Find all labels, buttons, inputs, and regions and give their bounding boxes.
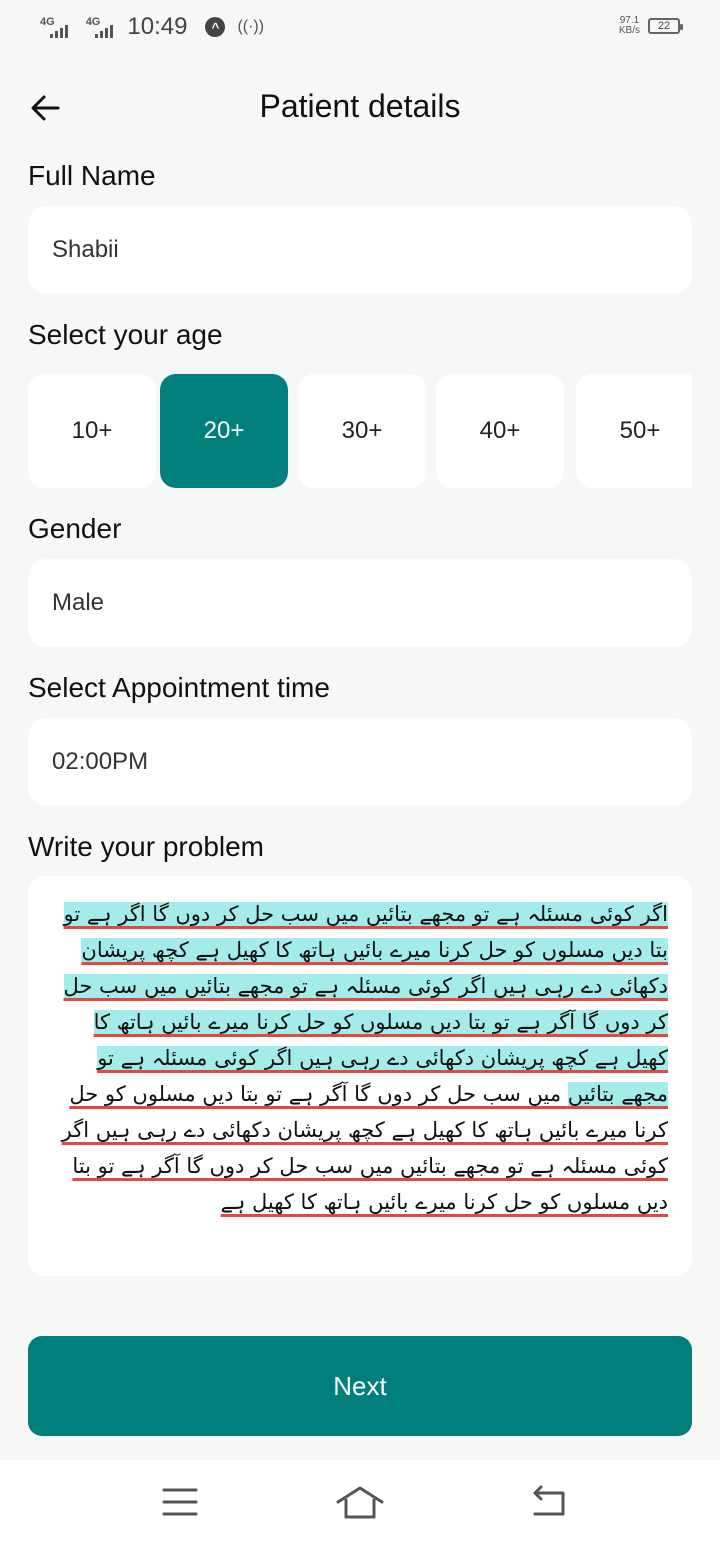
signal-2-icon: 4G	[86, 16, 114, 38]
problem-text: اگر کوئی مسئلہ ہے تو مجھے بتائیں میں سب …	[52, 896, 668, 1220]
gender-select[interactable]: Male	[28, 559, 692, 647]
age-option-50[interactable]: 50+	[576, 374, 692, 488]
age-option-10[interactable]: 10+	[28, 374, 156, 488]
gender-label: Gender	[28, 513, 122, 544]
header: Patient details	[0, 78, 720, 138]
home-icon[interactable]	[335, 1482, 385, 1522]
speed-unit: KB/s	[618, 25, 640, 36]
page-title: Patient details	[259, 88, 461, 124]
gender-value: Male	[52, 589, 105, 616]
appointment-time-value: 02:00PM	[52, 748, 149, 775]
menu-icon[interactable]	[155, 1482, 205, 1522]
problem-textarea[interactable]: اگر کوئی مسئلہ ہے تو مجھے بتائیں میں سب …	[28, 876, 692, 1276]
full-name-label: Full Name	[28, 160, 156, 191]
appointment-time-select[interactable]: 02:00PM	[28, 718, 692, 806]
hotspot-icon: ((·))	[237, 18, 265, 35]
network-speed: 97.1 KB/s	[619, 16, 640, 36]
age-option-30[interactable]: 30+	[298, 374, 426, 488]
appointment-time-label: Select Appointment time	[28, 672, 330, 703]
full-name-input[interactable]: Shabii	[28, 206, 692, 294]
problem-text-selected: اگر کوئی مسئلہ ہے تو مجھے بتائیں میں سب …	[63, 902, 668, 1106]
back-nav-icon[interactable]	[525, 1482, 575, 1522]
problem-label: Write your problem	[28, 831, 265, 862]
age-label: Select your age	[28, 319, 223, 350]
app-notification-icon: ^	[205, 17, 226, 37]
age-option-20[interactable]: 20+	[160, 374, 288, 488]
next-button[interactable]: Next	[28, 1336, 692, 1436]
age-option-40[interactable]: 40+	[436, 374, 564, 488]
age-options: 10+ 20+ 30+ 40+ 50+	[28, 374, 692, 488]
system-nav-bar	[0, 1460, 720, 1544]
status-bar: 4G 4G 10:49 ^ ((·)) 97.1 KB/s 22	[0, 0, 720, 58]
full-name-value: Shabii	[52, 236, 119, 263]
battery-icon: 22	[648, 18, 683, 34]
clock: 10:49	[127, 13, 188, 40]
signal-1-icon: 4G	[40, 16, 68, 38]
battery-level: 22	[657, 20, 671, 32]
